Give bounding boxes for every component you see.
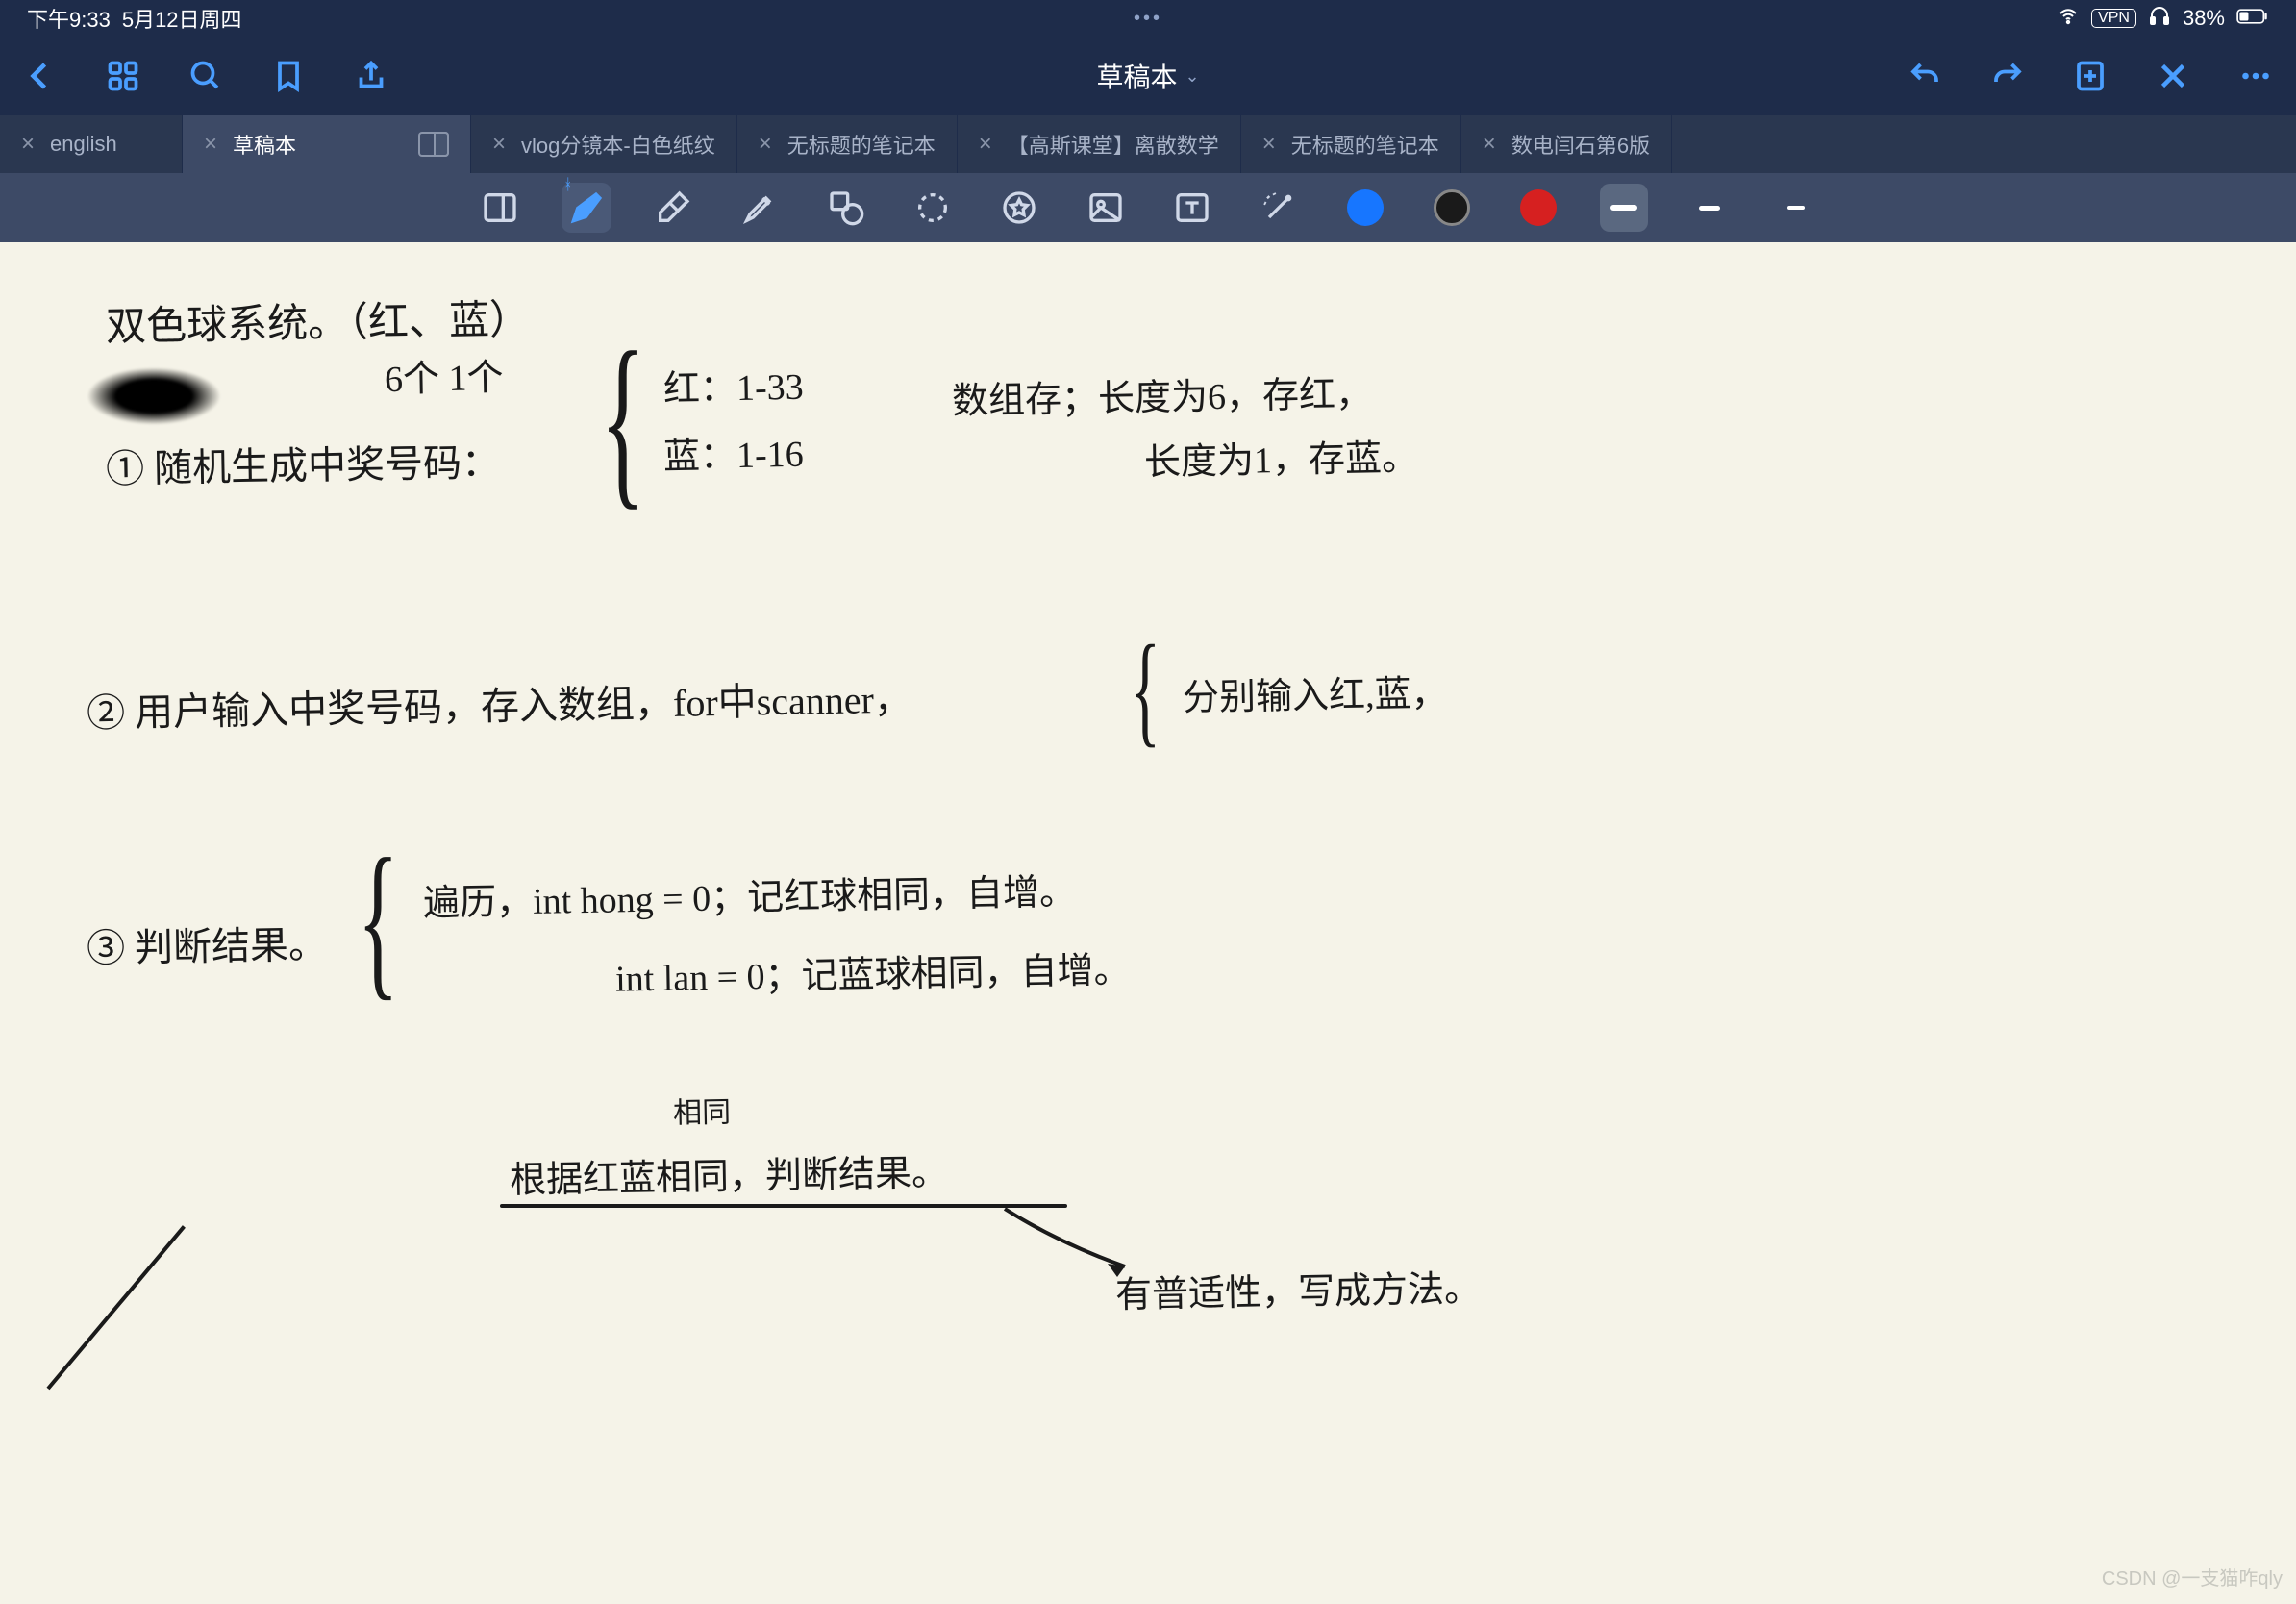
- stroke-thick[interactable]: [1600, 184, 1648, 232]
- note-method: 有普适性，写成方法。: [1115, 1259, 1482, 1318]
- highlighter-tool[interactable]: [735, 183, 785, 233]
- battery-percent: 38%: [2183, 6, 2225, 31]
- nav-bar: 草稿本 ⌄: [0, 37, 2296, 115]
- note-step3c: int lan = 0；记蓝球相同，自增。: [615, 940, 1131, 1001]
- sidepanel-icon[interactable]: [418, 132, 449, 157]
- battery-icon: [2236, 6, 2269, 31]
- stroke-thin[interactable]: [1771, 183, 1821, 233]
- underline: [500, 1204, 1067, 1208]
- tab-digital[interactable]: × 数电闫石第6版: [1461, 115, 1672, 173]
- eraser-tool[interactable]: [648, 183, 698, 233]
- note-annot: 相同: [673, 1088, 732, 1131]
- magic-tool[interactable]: [1254, 183, 1304, 233]
- tab-english[interactable]: × english: [0, 115, 183, 173]
- vpn-badge: VPN: [2091, 9, 2136, 28]
- note-step3b: 遍历，int hong = 0；记红球相同，自增。: [423, 862, 1077, 926]
- status-date: 5月12日周四: [122, 3, 242, 34]
- page-title[interactable]: 草稿本 ⌄: [1096, 57, 1199, 95]
- tool-bar: ᚼ: [0, 173, 2296, 242]
- tab-untitled2[interactable]: × 无标题的笔记本: [1241, 115, 1461, 173]
- grid-button[interactable]: [102, 55, 144, 97]
- canvas[interactable]: 双色球系统。（红、蓝） 6个 1个 ① 随机生成中奖号码： { 红：1-33 蓝…: [0, 242, 2296, 1604]
- back-button[interactable]: [19, 55, 62, 97]
- tab-vlog[interactable]: × vlog分镜本-白色纸纹: [471, 115, 737, 173]
- note-step3: ③ 判断结果。: [87, 914, 328, 973]
- stroke-medium[interactable]: [1685, 183, 1734, 233]
- wifi-icon: [2057, 4, 2080, 33]
- status-bar: 下午9:33 5月12日周四 ••• VPN 38%: [0, 0, 2296, 37]
- close-icon[interactable]: ×: [759, 131, 772, 158]
- bluetooth-icon: ᚼ: [563, 177, 573, 194]
- color-blue[interactable]: [1340, 183, 1390, 233]
- lasso-tool[interactable]: [908, 183, 958, 233]
- note-step2b: 分别输入红,蓝，: [1183, 664, 1448, 721]
- chevron-down-icon: ⌄: [1185, 66, 1199, 87]
- tab-bar: × english × 草稿本 × vlog分镜本-白色纸纹 × 无标题的笔记本…: [0, 115, 2296, 173]
- bookmark-button[interactable]: [267, 55, 310, 97]
- text-tool[interactable]: [1167, 183, 1217, 233]
- pen-tool[interactable]: ᚼ: [562, 183, 611, 233]
- brace-3: {: [358, 819, 399, 1018]
- share-button[interactable]: [350, 55, 392, 97]
- watermark: CSDN @一支猫咋qly: [2102, 1563, 2283, 1591]
- favorite-tool[interactable]: [994, 183, 1044, 233]
- note-title: 双色球系统。（红、蓝）: [106, 287, 531, 353]
- brace-1: {: [600, 310, 646, 530]
- image-tool[interactable]: [1081, 183, 1131, 233]
- undo-button[interactable]: [1904, 55, 1946, 97]
- close-icon[interactable]: ×: [1483, 131, 1496, 158]
- scribble-1: [87, 367, 221, 425]
- close-button[interactable]: [2152, 55, 2194, 97]
- note-array-blue: 长度为1，存蓝。: [1144, 428, 1419, 486]
- tab-untitled1[interactable]: × 无标题的笔记本: [737, 115, 958, 173]
- note-array-red: 数组存；长度为6，存红，: [952, 363, 1373, 424]
- brace-2: {: [1131, 617, 1160, 762]
- layout-tool[interactable]: [475, 183, 525, 233]
- note-blue-range: 蓝：1-16: [663, 424, 805, 480]
- note-step2: ② 用户输入中奖号码，存入数组，for中scanner，: [87, 668, 913, 739]
- close-icon[interactable]: ×: [492, 131, 506, 158]
- more-button[interactable]: [2234, 55, 2277, 97]
- close-icon[interactable]: ×: [204, 131, 217, 158]
- stray-line: [46, 1225, 185, 1390]
- color-red[interactable]: [1513, 183, 1563, 233]
- tab-gauss[interactable]: × 【高斯课堂】离散数学: [958, 115, 1241, 173]
- close-icon[interactable]: ×: [21, 131, 35, 158]
- note-step1: ① 随机生成中奖号码：: [106, 431, 501, 493]
- tab-draft[interactable]: × 草稿本: [183, 115, 471, 173]
- multitask-dots[interactable]: •••: [1134, 8, 1162, 30]
- note-red-range: 红：1-33: [663, 357, 805, 413]
- note-counts: 6个 1个: [385, 347, 504, 402]
- close-icon[interactable]: ×: [1262, 131, 1276, 158]
- shape-tool[interactable]: [821, 183, 871, 233]
- color-black[interactable]: [1427, 183, 1477, 233]
- search-button[interactable]: [185, 55, 227, 97]
- redo-button[interactable]: [1986, 55, 2029, 97]
- status-time: 下午9:33: [27, 3, 111, 34]
- headphones-icon: [2148, 4, 2171, 33]
- note-conclusion: 根据红蓝相同，判断结果。: [510, 1142, 949, 1203]
- close-icon[interactable]: ×: [979, 131, 992, 158]
- add-page-button[interactable]: [2069, 55, 2111, 97]
